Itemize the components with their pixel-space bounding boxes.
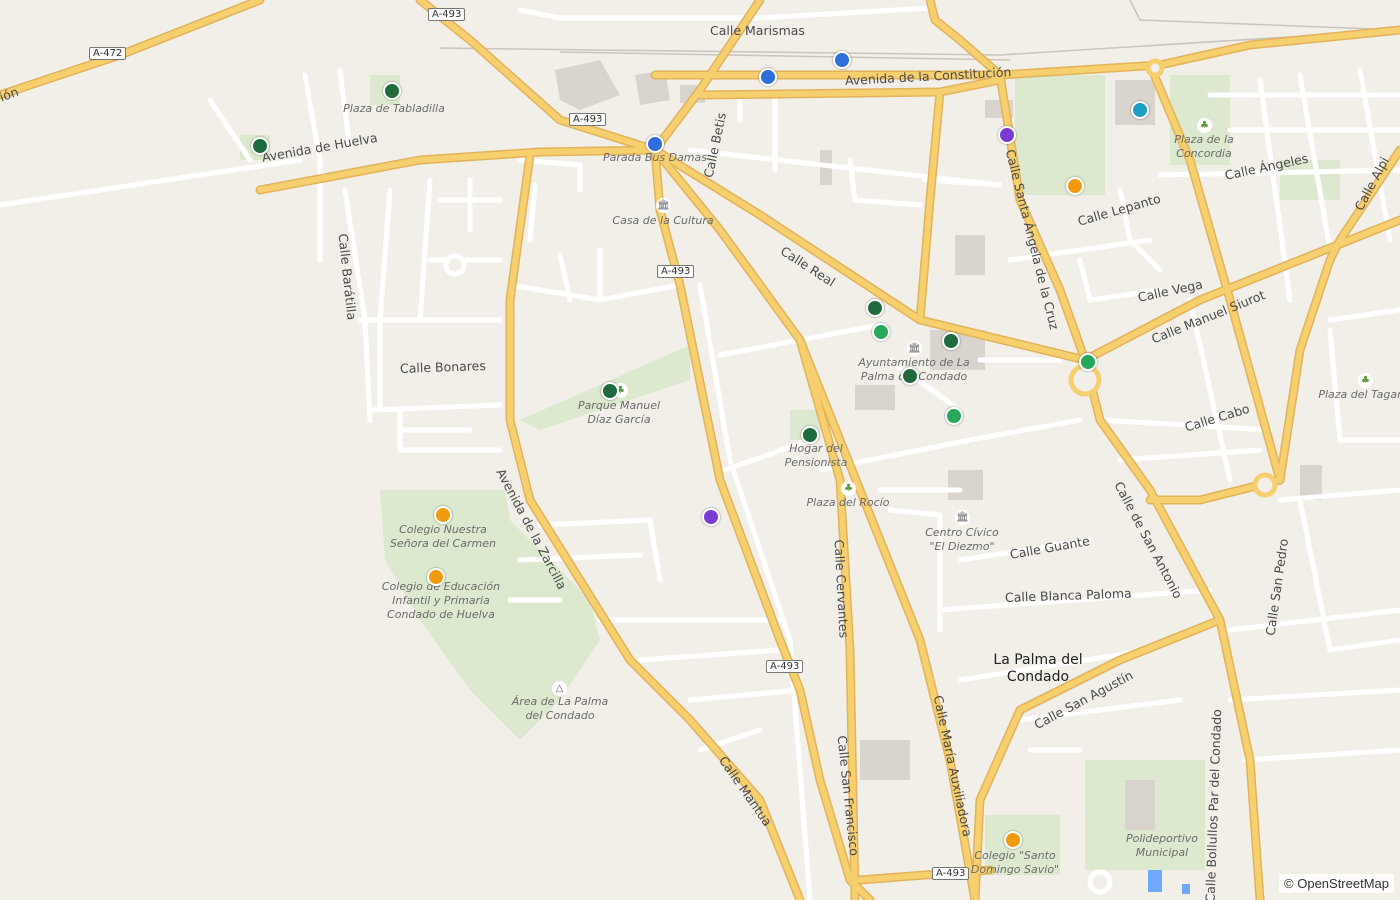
tree-icon: ♣ [1197,118,1212,133]
place-label: Centro Cívico "El Diezmo" [925,526,999,553]
marker-dark-green-4[interactable] [942,332,960,350]
tree-icon: ♣ [1358,373,1373,388]
road-shield: A-493 [428,8,466,21]
marker-blue-3[interactable] [646,135,664,153]
marker-orange-3[interactable] [427,568,445,586]
place-label: Colegio de Educación Infantil y Primaria… [381,580,501,621]
museum-icon: 🏛︎ [656,198,671,213]
marker-dark-green-2[interactable] [251,137,269,155]
museum-icon: 🏛︎ [907,341,922,356]
marker-dark-green-5[interactable] [901,367,919,385]
museum-icon: 🏛︎ [955,510,970,525]
marker-orange-2[interactable] [434,506,452,524]
parks [240,75,1340,875]
place-label: Casa de la Cultura [612,214,714,227]
street-label: Calle Marismas [710,23,805,38]
road-shield: A-472 [89,47,127,60]
place-label: Área de La Palma del Condado [511,695,609,722]
marker-orange-1[interactable] [1066,177,1084,195]
marker-green-1[interactable] [872,323,890,341]
marker-dark-green-6[interactable] [601,382,619,400]
place-label: Plaza de la Concordia [1174,133,1234,160]
place-label: Polideportivo Municipal [1125,832,1199,859]
road-shield: A-493 [657,265,695,278]
marker-dark-green-7[interactable] [801,426,819,444]
road-shield: A-493 [932,867,970,880]
place-label: Plaza del Tagar [1318,388,1400,401]
marker-green-2[interactable] [1079,353,1097,371]
place-label: Colegio Nuestra Señora del Carmen [390,523,496,550]
town-label: La Palma del Condado [993,652,1083,685]
place-label: Hogar del Pensionista [784,442,848,469]
place-label: Plaza de Tabladilla [343,102,445,115]
marker-purple-1[interactable] [998,126,1016,144]
place-label: Parada Bus Damas [602,151,708,164]
road-shield: A-493 [569,113,607,126]
road-shield: A-493 [766,660,804,673]
tree-icon: ♣ [841,481,856,496]
campsite-icon: △ [552,681,567,696]
marker-dark-green-1[interactable] [383,82,401,100]
marker-dark-green-3[interactable] [866,299,884,317]
pool [1148,870,1190,894]
place-label: Plaza del Rocío [806,496,890,509]
place-label: Parque Manuel Díaz García [577,399,661,426]
marker-green-3[interactable] [945,407,963,425]
marker-teal-1[interactable] [1131,101,1149,119]
marker-blue-1[interactable] [833,51,851,69]
marker-orange-4[interactable] [1004,831,1022,849]
map-canvas[interactable]: A-493 A-472 A-493 A-493 A-493 A-493 Call… [0,0,1400,900]
street-label: Calle Bonares [399,358,487,376]
marker-blue-2[interactable] [759,68,777,86]
attribution[interactable]: © OpenStreetMap [1279,874,1394,893]
marker-purple-2[interactable] [702,508,720,526]
place-label: Colegio "Santo Domingo Savio" [970,849,1060,876]
